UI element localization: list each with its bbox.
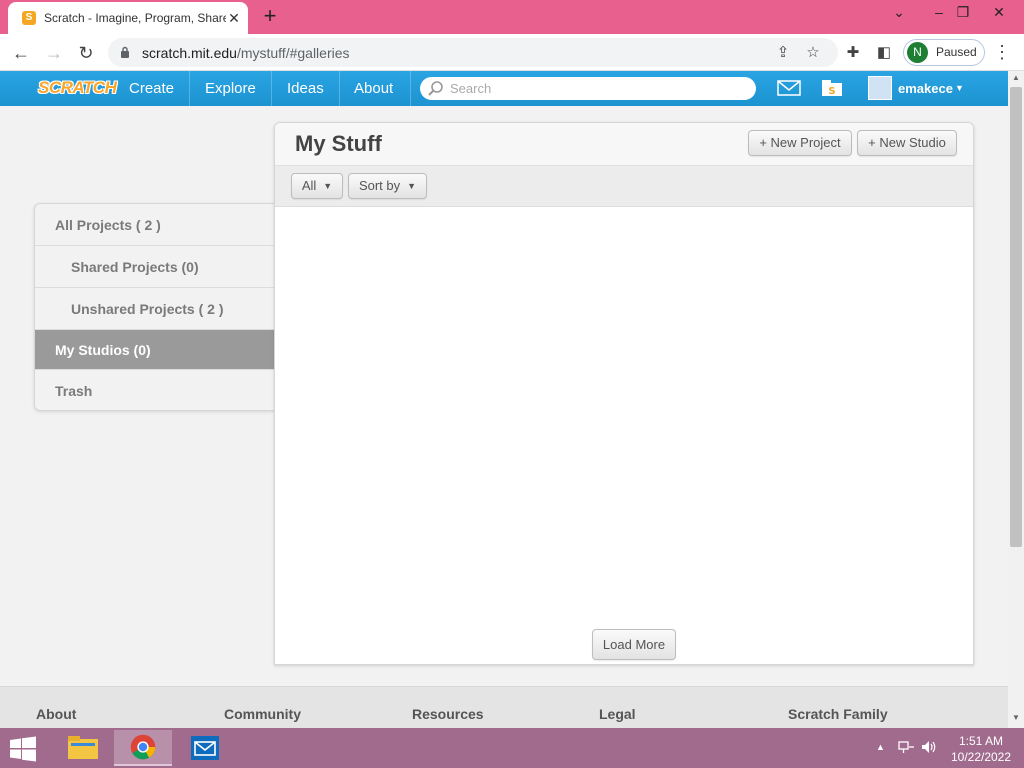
profile-status: Paused xyxy=(936,45,977,59)
sort-by-label: Sort by xyxy=(358,178,401,193)
filter-all-label: All xyxy=(301,178,317,193)
new-project-button[interactable]: + New Project xyxy=(748,130,852,156)
search-box xyxy=(420,77,756,100)
user-menu-caret-icon[interactable]: ▼ xyxy=(955,84,964,93)
taskbar-clock[interactable]: 1:51 AM 10/22/2022 xyxy=(946,733,1016,765)
clock-date: 10/22/2022 xyxy=(950,750,1012,764)
svg-text:S: S xyxy=(828,86,835,97)
new-tab-plus-icon[interactable]: + xyxy=(258,5,282,29)
nav-create[interactable]: Create xyxy=(119,71,184,106)
nav-divider xyxy=(189,71,190,106)
url-text: scratch.mit.edu/mystuff/#galleries xyxy=(142,45,350,61)
filter-bar: All ▼ Sort by ▼ xyxy=(275,165,973,207)
tab-search-chevron-icon[interactable]: ⌄ xyxy=(884,2,914,22)
lock-icon xyxy=(121,46,129,58)
network-icon[interactable] xyxy=(897,739,915,755)
window-close-icon[interactable]: ✕ xyxy=(984,2,1014,22)
messages-envelope-icon[interactable] xyxy=(776,78,802,98)
sidebar-item-all-projects[interactable]: All Projects ( 2 ) xyxy=(35,204,274,246)
sort-by-dropdown[interactable]: Sort by ▼ xyxy=(348,173,427,199)
profile-button[interactable]: N Paused xyxy=(903,39,985,66)
reload-icon[interactable]: ↻ xyxy=(74,41,98,65)
sidebar-item-shared-projects[interactable]: Shared Projects (0) xyxy=(35,246,274,288)
filter-all-dropdown[interactable]: All ▼ xyxy=(291,173,343,199)
username[interactable]: emakece xyxy=(898,71,953,106)
page-title: My Stuff xyxy=(295,131,382,156)
mystuff-sidebar: All Projects ( 2 ) Shared Projects (0) U… xyxy=(34,203,274,411)
tray-chevron-up-icon[interactable]: ▲ xyxy=(876,742,885,752)
scroll-thumb[interactable] xyxy=(1010,87,1022,547)
search-icon xyxy=(428,81,443,96)
side-panel-icon[interactable]: ◧ xyxy=(872,41,896,65)
nav-about[interactable]: About xyxy=(344,71,403,106)
new-studio-button[interactable]: + New Studio xyxy=(857,130,957,156)
mystuff-panel: My Stuff + New Project + New Studio All ▼… xyxy=(274,122,974,665)
address-bar[interactable]: scratch.mit.edu/mystuff/#galleries ⇪ ☆ xyxy=(108,38,838,67)
nav-explore[interactable]: Explore xyxy=(195,71,266,106)
footer-about[interactable]: About xyxy=(36,706,76,722)
browser-tab-strip: S Scratch - Imagine, Program, Share ✕ + … xyxy=(0,0,1024,34)
nav-divider xyxy=(271,71,272,106)
back-arrow-icon[interactable]: ← xyxy=(9,41,33,65)
scroll-down-arrow-icon[interactable]: ▼ xyxy=(1012,713,1020,722)
extensions-puzzle-icon[interactable]: ✚ xyxy=(841,41,865,65)
file-explorer-icon[interactable] xyxy=(54,730,112,766)
footer-community[interactable]: Community xyxy=(224,706,301,722)
profile-avatar: N xyxy=(907,42,928,63)
page-scrollbar[interactable]: ▲ ▼ xyxy=(1008,71,1024,728)
chevron-down-icon: ▼ xyxy=(407,181,417,191)
nav-ideas[interactable]: Ideas xyxy=(277,71,334,106)
page-content: All Projects ( 2 ) Shared Projects (0) U… xyxy=(0,106,1008,686)
footer-legal[interactable]: Legal xyxy=(599,706,636,722)
browser-menu-icon[interactable]: ⋮ xyxy=(992,41,1012,65)
mail-icon[interactable] xyxy=(176,730,234,766)
tab-close-icon[interactable]: ✕ xyxy=(226,10,242,26)
windows-taskbar: ▲ 1:51 AM 10/22/2022 xyxy=(0,728,1024,768)
clock-time: 1:51 AM xyxy=(958,734,1004,748)
site-footer: About Community Resources Legal Scratch … xyxy=(0,686,1008,728)
search-input[interactable] xyxy=(450,77,746,100)
user-avatar[interactable] xyxy=(868,76,892,100)
volume-icon[interactable] xyxy=(920,739,938,755)
chrome-icon[interactable] xyxy=(114,730,172,766)
panel-header: My Stuff + New Project + New Studio xyxy=(275,123,973,165)
my-stuff-folder-icon[interactable]: S xyxy=(819,78,845,98)
nav-divider xyxy=(410,71,411,106)
share-icon[interactable]: ⇪ xyxy=(772,42,794,64)
tab-title: Scratch - Imagine, Program, Share xyxy=(44,11,226,25)
browser-toolbar: ← → ↻ scratch.mit.edu/mystuff/#galleries… xyxy=(0,34,1024,71)
forward-arrow-icon[interactable]: → xyxy=(42,41,66,65)
scratch-favicon-icon: S xyxy=(22,11,36,25)
sidebar-item-trash[interactable]: Trash xyxy=(35,370,274,410)
load-more-button[interactable]: Load More xyxy=(592,629,676,660)
scratch-header: SCRATCH Create Explore Ideas About S ema… xyxy=(0,71,1008,106)
sidebar-item-unshared-projects[interactable]: Unshared Projects ( 2 ) xyxy=(35,288,274,330)
nav-divider xyxy=(339,71,340,106)
scratch-logo[interactable]: SCRATCH xyxy=(34,76,120,100)
bookmark-star-icon[interactable]: ☆ xyxy=(802,42,824,64)
browser-tab[interactable]: S Scratch - Imagine, Program, Share ✕ xyxy=(8,2,248,34)
footer-resources[interactable]: Resources xyxy=(412,706,484,722)
sidebar-item-my-studios[interactable]: My Studios (0) xyxy=(35,330,274,370)
scroll-up-arrow-icon[interactable]: ▲ xyxy=(1012,73,1020,82)
windows-start-icon[interactable] xyxy=(8,736,38,762)
restore-icon[interactable]: ❐ xyxy=(948,2,978,22)
chevron-down-icon: ▼ xyxy=(323,181,333,191)
footer-scratch-family[interactable]: Scratch Family xyxy=(788,706,888,722)
